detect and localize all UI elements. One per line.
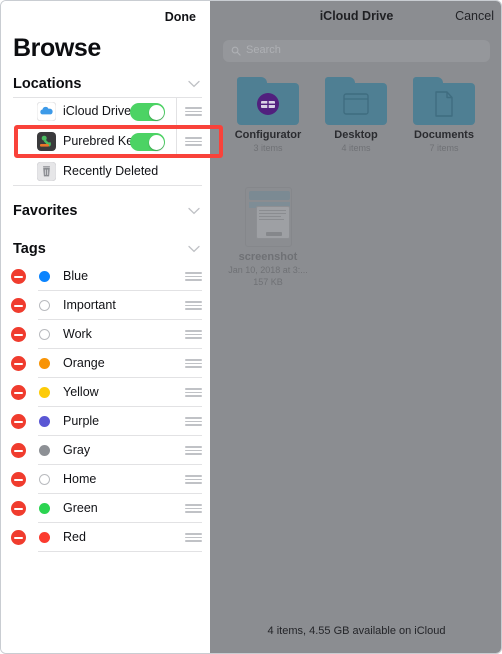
section-header-locations[interactable]: Locations (1, 72, 210, 98)
tag-label: Home (63, 472, 97, 486)
page-title: Browse (13, 34, 101, 62)
tag-label: Green (63, 501, 98, 515)
folder-desktop-icon (325, 77, 387, 125)
tag-color-swatch (39, 503, 50, 514)
location-label: Recently Deleted (63, 164, 159, 178)
trash-icon (36, 161, 57, 182)
drag-handle-icon[interactable] (185, 417, 202, 426)
search-input[interactable]: Search (223, 40, 490, 62)
tag-row-home[interactable]: Home (1, 465, 210, 494)
minus-circle-icon[interactable] (11, 414, 26, 429)
minus-circle-icon[interactable] (11, 298, 26, 313)
cancel-button[interactable]: Cancel (455, 9, 494, 23)
tag-label: Gray (63, 443, 91, 457)
search-icon (231, 46, 241, 56)
tag-label: Red (63, 530, 86, 544)
minus-circle-icon[interactable] (11, 356, 26, 371)
chevron-down-icon[interactable] (188, 245, 200, 253)
minus-circle-icon[interactable] (11, 501, 26, 516)
status-bar: 4 items, 4.55 GB available on iCloud (267, 625, 446, 637)
toggle-purebred[interactable] (130, 133, 165, 151)
tag-row-work[interactable]: Work (1, 320, 210, 349)
tag-row-green[interactable]: Green (1, 494, 210, 523)
file-name: screenshot (238, 251, 298, 263)
tag-row-gray[interactable]: Gray (1, 436, 210, 465)
tag-color-swatch (39, 387, 50, 398)
minus-circle-icon[interactable] (11, 269, 26, 284)
screenshot-thumbnail (244, 187, 292, 247)
tag-color-swatch (39, 329, 50, 340)
drag-handle-icon[interactable] (185, 475, 202, 484)
browse-sidebar: Done Browse Locations iCloud Drive Pureb… (1, 1, 210, 653)
tag-label: Yellow (63, 385, 99, 399)
file-subtitle: 4 items (341, 143, 371, 153)
file-item-documents[interactable]: Documents 7 items (400, 77, 488, 154)
tag-label: Orange (63, 356, 105, 370)
files-browser-pane: iCloud Drive Cancel Search Configurator … (210, 1, 501, 653)
file-item-desktop[interactable]: Desktop 4 items (312, 77, 400, 154)
file-item-screenshot[interactable]: screenshot Jan 10, 2018 at 3:... 157 KB (224, 187, 312, 288)
section-label: Tags (13, 241, 46, 257)
file-item-configurator[interactable]: Configurator 3 items (224, 77, 312, 154)
file-name: Desktop (334, 129, 378, 141)
drag-handle-icon[interactable] (185, 446, 202, 455)
tag-color-swatch (39, 271, 50, 282)
drag-handle-icon[interactable] (185, 388, 202, 397)
drag-handle-icon[interactable] (185, 533, 202, 542)
tag-row-orange[interactable]: Orange (1, 349, 210, 378)
tag-color-swatch (39, 532, 50, 543)
tag-label: Purple (63, 414, 100, 428)
purebred-app-icon (37, 132, 56, 151)
tag-color-swatch (39, 416, 50, 427)
minus-circle-icon[interactable] (11, 472, 26, 487)
tag-row-important[interactable]: Important (1, 291, 210, 320)
drag-handle-icon[interactable] (185, 272, 202, 281)
tag-row-yellow[interactable]: Yellow (1, 378, 210, 407)
toggle-icloud-drive[interactable] (130, 103, 165, 121)
drag-handle-icon[interactable] (185, 359, 202, 368)
tag-label: Work (63, 327, 92, 341)
minus-circle-icon[interactable] (11, 530, 26, 545)
tag-color-swatch (39, 445, 50, 456)
tag-label: Blue (63, 269, 89, 283)
chevron-down-icon[interactable] (188, 207, 200, 215)
done-button[interactable]: Done (165, 10, 196, 24)
location-label: iCloud Drive (63, 104, 132, 118)
section-label: Favorites (13, 203, 78, 219)
tag-color-swatch (39, 474, 50, 485)
location-row-purebred[interactable]: Purebred Ke... (1, 127, 210, 156)
drag-handle-icon[interactable] (185, 107, 202, 116)
file-subtitle: Jan 10, 2018 at 3:... (228, 265, 308, 275)
tag-label: Important (63, 298, 116, 312)
tag-color-swatch (39, 358, 50, 369)
file-name: Documents (414, 129, 474, 141)
app-window: iCloud Drive Cancel Search Configurator … (0, 0, 502, 654)
tag-row-purple[interactable]: Purple (1, 407, 210, 436)
file-subtitle: 7 items (429, 143, 459, 153)
chevron-down-icon[interactable] (188, 80, 200, 88)
section-label: Locations (13, 76, 82, 92)
drag-handle-icon[interactable] (185, 330, 202, 339)
tag-row-red[interactable]: Red (1, 523, 210, 552)
drag-handle-icon[interactable] (185, 504, 202, 513)
folder-documents-icon (413, 77, 475, 125)
folder-configurator-icon (237, 77, 299, 125)
drag-handle-icon[interactable] (185, 301, 202, 310)
icloud-drive-icon (36, 101, 57, 122)
drag-handle-icon[interactable] (185, 137, 202, 146)
minus-circle-icon[interactable] (11, 327, 26, 342)
tag-row-blue[interactable]: Blue (1, 262, 210, 291)
section-header-tags[interactable]: Tags (1, 237, 210, 263)
files-navbar: iCloud Drive Cancel (210, 1, 501, 37)
file-size: 157 KB (253, 277, 283, 287)
location-row-recently-deleted[interactable]: Recently Deleted (1, 157, 210, 186)
location-row-icloud-drive[interactable]: iCloud Drive (1, 97, 210, 126)
minus-circle-icon[interactable] (11, 443, 26, 458)
section-header-favorites[interactable]: Favorites (1, 199, 210, 225)
search-placeholder: Search (246, 44, 281, 56)
file-name: Configurator (234, 129, 302, 141)
minus-circle-icon[interactable] (11, 385, 26, 400)
tag-color-swatch (39, 300, 50, 311)
file-subtitle: 3 items (253, 143, 283, 153)
